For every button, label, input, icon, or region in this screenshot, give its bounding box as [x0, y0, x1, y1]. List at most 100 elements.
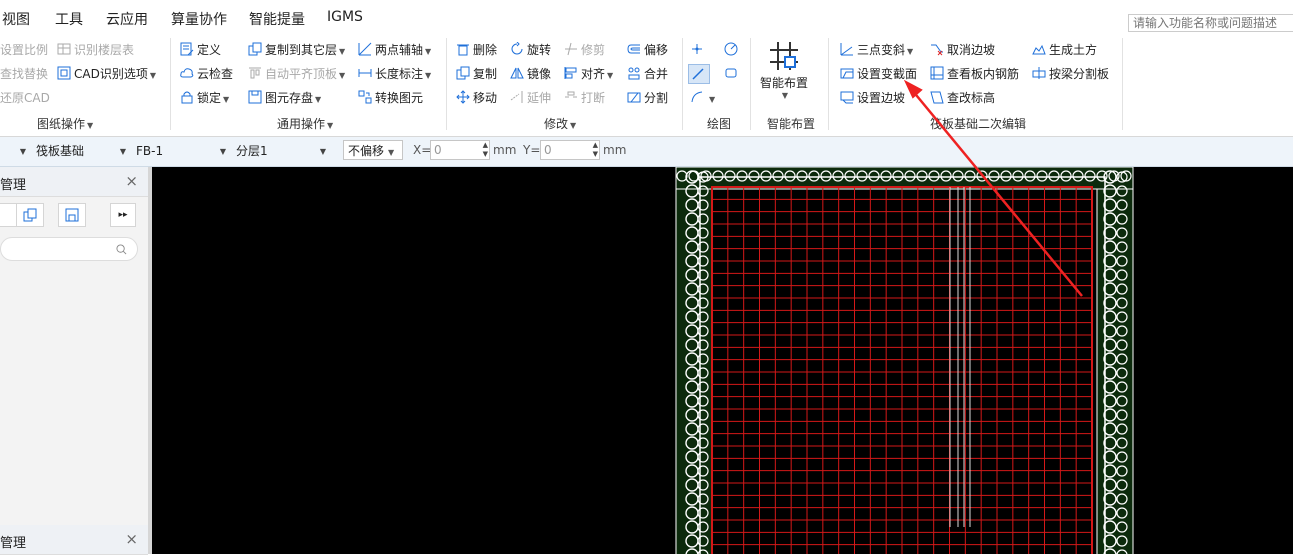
generate-earthwork-button[interactable]: 生成土方 [1032, 40, 1097, 60]
ribbon-separator [446, 38, 447, 130]
function-search-input[interactable] [1128, 14, 1293, 32]
chevron-down-icon: ▼ [388, 148, 395, 157]
more-icon[interactable]: ▸▸ [110, 203, 136, 227]
draw-line-button[interactable] [688, 64, 710, 84]
extend-button[interactable]: 延伸 [510, 88, 551, 108]
restore-cad-button[interactable]: 还原CAD [0, 88, 50, 108]
break-icon [564, 90, 578, 104]
menu-igms[interactable]: IGMS [327, 9, 363, 25]
ribbon-separator [828, 38, 829, 130]
trash-icon [456, 42, 470, 56]
dimension-icon [358, 66, 372, 80]
offset-mode-select[interactable]: 不偏移 ▼ [343, 140, 403, 160]
split-button[interactable]: 分割 [627, 88, 668, 108]
recognize-floor-table-button[interactable]: 识别楼层表 [57, 40, 134, 60]
chevron-down-icon: ▼ [781, 91, 789, 100]
cancel-slope-button[interactable]: 取消边坡 [930, 40, 995, 60]
copy-icon [23, 208, 37, 222]
copy-component-button[interactable] [16, 203, 44, 227]
align-top-icon [248, 66, 262, 80]
menu-collaboration[interactable]: 算量协作 [171, 9, 227, 29]
split-by-beam-button[interactable]: 按梁分割板 [1032, 64, 1109, 84]
y-label: Y= [523, 143, 541, 157]
set-slope-button[interactable]: 设置边坡 [840, 88, 905, 108]
lock-button[interactable]: 锁定 ▼ [180, 88, 229, 108]
copy-to-other-layer-button[interactable]: 复制到其它层 ▼ [248, 40, 345, 60]
copy-button[interactable]: 复制 [456, 64, 497, 84]
close-icon[interactable]: × [125, 172, 138, 190]
two-point-axis-button[interactable]: 两点辅轴 ▼ [358, 40, 431, 60]
rotate-button[interactable]: 旋转 [510, 40, 551, 60]
align-icon [564, 66, 578, 80]
trim-icon [564, 42, 578, 56]
component-search-input[interactable] [0, 237, 138, 261]
panel-title: 管理 [0, 178, 27, 193]
group-label-raft-edit: 筏板基础二次编辑 [930, 117, 1027, 131]
draw-arc-button[interactable]: ▼ [690, 88, 715, 108]
panel-header: 管理 × [0, 167, 148, 197]
chevron-down-icon: ▼ [339, 47, 346, 56]
group-label-modify[interactable]: 修改 ▼ [544, 115, 576, 132]
chevron-down-icon: ▼ [907, 47, 914, 56]
ribbon: 设置比例 识别楼层表 查找替换 CAD识别选项 ▼ 还原CAD 图纸操作 ▼ 定义 … [0, 34, 1293, 137]
chevron-down-icon: ▼ [87, 121, 94, 130]
view-slab-rebar-button[interactable]: 查看板内钢筋 [930, 64, 1019, 84]
category-combo[interactable]: ▼ [0, 142, 30, 161]
mirror-icon [510, 66, 524, 80]
spinner-icon[interactable]: ▲ ▼ [593, 141, 598, 159]
split-beam-icon [1032, 66, 1046, 80]
set-variable-section-button[interactable]: 设置变截面 [840, 64, 917, 84]
x-offset-input[interactable]: 0 ▲ ▼ [430, 140, 490, 160]
mirror-button[interactable]: 镜像 [510, 64, 551, 84]
group-label-smart: 智能布置 [767, 117, 816, 131]
menu-cloud-app[interactable]: 云应用 [106, 9, 148, 29]
trim-button[interactable]: 修剪 [564, 40, 605, 60]
cancel-slope-icon [930, 42, 944, 56]
edit-elevation-button[interactable]: 查改标高 [930, 88, 995, 108]
draw-rect-button[interactable] [724, 64, 741, 84]
chevron-down-icon: ▼ [425, 47, 432, 56]
break-button[interactable]: 打断 [564, 88, 605, 108]
save-icon [248, 90, 262, 104]
smart-layout-button[interactable]: 智能布置 ▼ [758, 38, 810, 110]
chevron-down-icon: ▼ [339, 71, 346, 80]
group-label-drawing-ops[interactable]: 图纸操作 ▼ [37, 115, 93, 132]
delete-button[interactable]: 删除 [456, 40, 497, 60]
cad-options-button[interactable]: CAD识别选项 ▼ [57, 64, 156, 84]
draw-point-button[interactable] [690, 40, 707, 60]
auto-align-top-button[interactable]: 自动平齐顶板 ▼ [248, 64, 345, 84]
group-label-common-ops[interactable]: 通用操作 ▼ [277, 115, 333, 132]
find-replace-button[interactable]: 查找替换 [0, 64, 48, 84]
save-element-button[interactable]: 图元存盘 ▼ [248, 88, 321, 108]
cad-drawing[interactable] [152, 167, 1293, 554]
y-offset-input[interactable]: 0 ▲ ▼ [540, 140, 600, 160]
length-dimension-button[interactable]: 长度标注 ▼ [358, 64, 431, 84]
merge-button[interactable]: 合并 [627, 64, 668, 84]
earthwork-icon [1032, 42, 1046, 56]
component-type-combo[interactable]: 筏板基础 ▼ [36, 142, 130, 161]
convert-element-button[interactable]: 转换图元 [358, 88, 423, 108]
move-button[interactable]: 移动 [456, 88, 497, 108]
three-point-slope-button[interactable]: 三点变斜 ▼ [840, 40, 913, 60]
cloud-icon [180, 66, 194, 80]
menu-smart-quantity[interactable]: 智能提量 [249, 9, 305, 29]
layer-combo[interactable]: 分层1 ▼ [236, 142, 330, 161]
offset-button[interactable]: 偏移 [627, 40, 668, 60]
set-scale-button[interactable]: 设置比例 [0, 40, 48, 60]
split-icon [627, 90, 641, 104]
drawing-canvas[interactable] [152, 167, 1293, 554]
cloud-check-button[interactable]: 云检查 [180, 64, 233, 84]
rotate-icon [510, 42, 524, 56]
define-button[interactable]: 定义 [180, 40, 221, 60]
chevron-down-icon: ▼ [223, 95, 230, 104]
spinner-icon[interactable]: ▲ ▼ [483, 141, 488, 159]
chevron-down-icon: ▼ [570, 121, 577, 130]
component-combo[interactable]: FB-1 ▼ [136, 142, 230, 161]
draw-circle-button[interactable] [724, 40, 741, 60]
close-icon[interactable]: × [125, 530, 138, 548]
save-component-button[interactable] [58, 203, 86, 227]
align-button[interactable]: 对齐 ▼ [564, 64, 613, 84]
menu-view[interactable]: 视图 [2, 9, 30, 29]
left-panel: 管理 × ▸▸ 管理 × [0, 167, 150, 555]
menu-tools[interactable]: 工具 [55, 9, 83, 29]
